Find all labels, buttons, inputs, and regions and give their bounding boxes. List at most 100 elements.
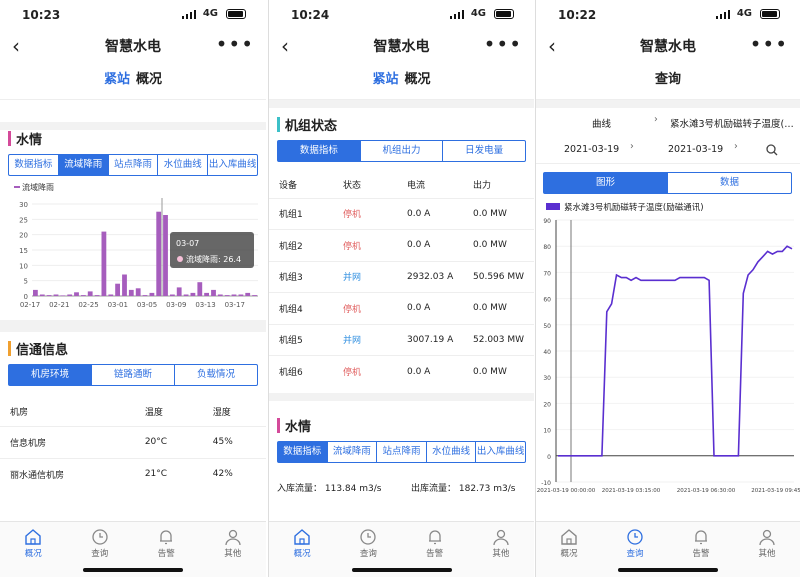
y-tick-label: 40 xyxy=(543,349,551,356)
nav-bar: ‹ 智慧水电 ••• xyxy=(0,30,266,64)
start-date[interactable]: 2021-03-19 xyxy=(564,144,619,155)
tab-daily-generation[interactable]: 日发电量 xyxy=(442,141,525,161)
table-header: 设备 状态 电流 出力 xyxy=(269,172,534,198)
legend-label: 紧水滩3号机励磁转子温度(励磁通讯) xyxy=(564,202,704,213)
overview-label: 概况 xyxy=(404,72,431,87)
tabbar-other[interactable]: 其他 xyxy=(734,522,800,577)
tab-data-index[interactable]: 数据指标 xyxy=(9,155,58,175)
tab-data-index[interactable]: 数据指标 xyxy=(278,442,327,462)
cell-status: 停机 xyxy=(343,241,362,252)
chevron-right-icon: › xyxy=(630,141,634,152)
cell-device: 机组5 xyxy=(279,336,303,347)
bar xyxy=(135,288,141,296)
station-tab[interactable]: 紧站 xyxy=(104,72,130,87)
tooltip-value: 流域降雨: 26.4 xyxy=(186,254,241,264)
tab-in-out-curve[interactable]: 出入库曲线 xyxy=(475,442,525,462)
section-marker xyxy=(8,341,11,356)
bar xyxy=(101,231,107,296)
cell-room: 信息机房 xyxy=(10,438,47,449)
clock-icon xyxy=(92,529,108,545)
cell-output: 0.0 MW xyxy=(473,240,507,251)
table-row: 丽水通信机房 21°C 42% xyxy=(0,458,266,490)
tabbar-other[interactable]: 其他 xyxy=(468,522,534,577)
tab-unit-output[interactable]: 机组出力 xyxy=(359,141,443,161)
network-label: 4G xyxy=(736,8,752,19)
divider xyxy=(0,320,266,332)
water-tabs: 数据指标 流域降雨 站点降雨 水位曲线 出入库曲线 xyxy=(8,154,258,176)
tab-room-env[interactable]: 机房环境 xyxy=(9,365,91,385)
bar xyxy=(46,295,52,296)
tab-station-rain[interactable]: 站点降雨 xyxy=(376,442,426,462)
tab-graph[interactable]: 图形 xyxy=(544,173,667,193)
divider xyxy=(269,393,534,401)
tab-water-level[interactable]: 水位曲线 xyxy=(157,155,207,175)
tabbar-label: 概况 xyxy=(293,549,311,559)
bar xyxy=(108,294,114,296)
chevron-right-icon: › xyxy=(654,114,658,125)
cell-current: 0.0 A xyxy=(407,303,431,314)
signal-icon xyxy=(450,10,464,19)
cell-output: 50.596 MW xyxy=(473,271,525,282)
status-time: 10:24 xyxy=(291,8,330,22)
tab-data[interactable]: 数据 xyxy=(667,173,791,193)
curve-select-row[interactable]: 曲线 › 紧水滩3号机励磁转子温度(… xyxy=(536,108,800,136)
y-tick-label: 20 xyxy=(19,232,28,240)
comm-section-header: 信通信息 xyxy=(0,332,266,364)
tabbar-overview[interactable]: 概况 xyxy=(269,522,335,577)
tabbar-other[interactable]: 其他 xyxy=(200,522,267,577)
cell-status: 并网 xyxy=(343,336,362,347)
x-tick-label: 03-01 xyxy=(108,301,128,309)
cell-output: 0.0 MW xyxy=(473,208,507,219)
bar xyxy=(211,289,216,296)
more-icon[interactable]: ••• xyxy=(750,32,788,56)
cell-current: 0.0 A xyxy=(407,240,431,251)
search-icon[interactable] xyxy=(766,144,778,156)
section-title: 机组状态 xyxy=(285,119,338,134)
cell-output: 52.003 MW xyxy=(473,334,525,345)
more-icon[interactable]: ••• xyxy=(216,32,254,56)
tab-station-rain[interactable]: 站点降雨 xyxy=(107,155,158,175)
battery-icon xyxy=(494,9,514,19)
x-tick-label: 2021-03-19 09:45 xyxy=(751,488,800,494)
tab-water-level[interactable]: 水位曲线 xyxy=(425,442,476,462)
date-row: 2021-03-19 › 2021-03-19 › xyxy=(536,136,800,164)
tab-load[interactable]: 负载情况 xyxy=(174,365,257,385)
tab-in-out-curve[interactable]: 出入库曲线 xyxy=(207,155,257,175)
tab-data-index[interactable]: 数据指标 xyxy=(278,141,360,161)
phone-screen-overview-1: 10:23 4G ‹ 智慧水电 ••• 紧站概况 水情 数据指标 流域降雨 站点… xyxy=(0,0,266,577)
y-tick-label: 60 xyxy=(543,297,551,304)
tabbar-overview[interactable]: 概况 xyxy=(0,522,67,577)
cell-device: 机组2 xyxy=(279,241,303,252)
signal-icon xyxy=(716,10,730,19)
cell-status: 停机 xyxy=(343,368,362,378)
tabbar-label: 查询 xyxy=(359,549,377,559)
table-row: 机组3 并网 2932.03 A 50.596 MW xyxy=(269,261,534,293)
phone-screen-query: 10:22 4G ‹ 智慧水电 ••• 查询 曲线 › 紧水滩3号机励磁转子温度… xyxy=(535,0,800,577)
station-tab[interactable]: 紧站 xyxy=(372,72,398,87)
y-tick-label: 30 xyxy=(19,201,28,209)
section-title: 水情 xyxy=(16,133,43,148)
tab-link-status[interactable]: 链路通断 xyxy=(91,365,174,385)
cell-temp: 21°C xyxy=(144,469,168,480)
tab-basin-rain[interactable]: 流域降雨 xyxy=(57,155,108,175)
bell-icon xyxy=(428,530,441,545)
legend-swatch xyxy=(546,203,560,210)
y-tick-label: 10 xyxy=(543,428,551,435)
end-date[interactable]: 2021-03-19 xyxy=(668,144,723,155)
tab-basin-rain[interactable]: 流域降雨 xyxy=(326,442,377,462)
status-bar: 10:23 4G xyxy=(0,0,266,30)
battery-icon xyxy=(226,9,246,19)
x-tick-label: 2021-03-19 06:30:00 xyxy=(677,488,736,494)
more-icon[interactable]: ••• xyxy=(484,32,522,56)
cell-output: 0.0 MW xyxy=(473,366,507,377)
bar xyxy=(87,291,93,296)
bar xyxy=(156,211,162,296)
bar xyxy=(67,294,73,296)
status-time: 10:23 xyxy=(22,8,61,22)
bar xyxy=(197,282,203,296)
table-row: 机组1 停机 0.0 A 0.0 MW xyxy=(269,198,534,230)
bar xyxy=(245,292,251,296)
cell-output: 0.0 MW xyxy=(473,303,507,314)
cell-status: 停机 xyxy=(343,304,362,315)
tabbar-overview[interactable]: 概况 xyxy=(536,522,602,577)
